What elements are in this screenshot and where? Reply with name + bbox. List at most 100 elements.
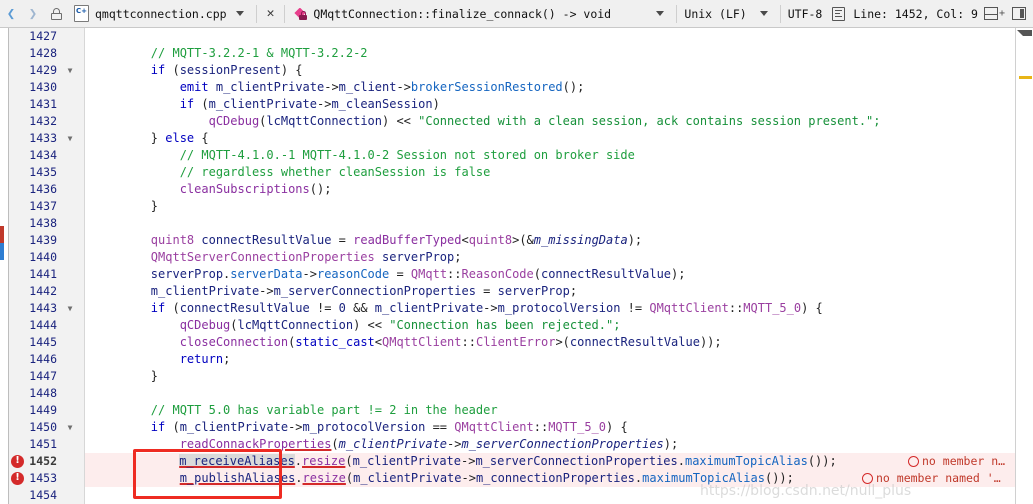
fold-toggle-icon[interactable]: ▼ bbox=[59, 130, 81, 147]
chevron-down-icon-line-ending[interactable] bbox=[759, 11, 768, 16]
line-number-gutter[interactable]: 1427 1428 1429 ▼ 1430 1431 1432 1433 ▼ 1434 1435 14… bbox=[9, 28, 85, 504]
gutter-line[interactable]: 1439 bbox=[9, 232, 84, 249]
gutter-line[interactable]: 1433 ▼ bbox=[9, 130, 84, 147]
code-token: ); bbox=[671, 267, 686, 281]
code-token: m_clientPrivate bbox=[352, 454, 461, 468]
gutter-line[interactable]: 1440 bbox=[9, 249, 84, 266]
editor-scroll-rail[interactable] bbox=[1015, 28, 1033, 504]
navigate-back-icon[interactable]: ❮ bbox=[0, 7, 22, 21]
code-editor[interactable]: 1427 1428 1429 ▼ 1430 1431 1432 1433 ▼ 1434 1435 14… bbox=[0, 28, 1033, 504]
code-line[interactable]: // MQTT-4.1.0.-1 MQTT-4.1.0-2 Session no… bbox=[85, 147, 1015, 164]
gutter-line[interactable]: 1432 bbox=[9, 113, 84, 130]
gutter-line[interactable]: 1441 bbox=[9, 266, 84, 283]
code-line[interactable]: QMqttServerConnectionProperties serverPr… bbox=[85, 249, 1015, 266]
chevron-down-icon-file[interactable] bbox=[235, 11, 244, 16]
gutter-line[interactable]: 1430 bbox=[9, 79, 84, 96]
code-line[interactable]: // MQTT-3.2.2-1 & MQTT-3.2.2-2 bbox=[85, 45, 1015, 62]
code-token: reasonCode bbox=[316, 267, 390, 281]
encoding-label[interactable]: UTF-8 bbox=[784, 7, 827, 21]
gutter-line[interactable]: 1446 bbox=[9, 351, 84, 368]
code-line[interactable]: } bbox=[85, 368, 1015, 385]
code-token: m_clientPrivate bbox=[374, 301, 484, 315]
code-line[interactable]: if (connectResultValue != 0 && m_clientP… bbox=[85, 300, 1015, 317]
code-token: ( bbox=[165, 301, 180, 315]
rail-top-arrow-icon[interactable] bbox=[1017, 30, 1032, 45]
code-line[interactable] bbox=[85, 385, 1015, 402]
code-line[interactable]: // regardless whether cleanSession is fa… bbox=[85, 164, 1015, 181]
chevron-down-icon-symbol[interactable] bbox=[656, 11, 665, 16]
symbol-selector[interactable]: QMqttConnection::finalize_connack() -> v… bbox=[288, 0, 611, 27]
code-line[interactable]: return; bbox=[85, 351, 1015, 368]
gutter-line[interactable]: 1443 ▼ bbox=[9, 300, 84, 317]
code-text-area[interactable]: // MQTT-3.2.2-1 & MQTT-3.2.2-2 if (sessi… bbox=[85, 28, 1015, 504]
gutter-line[interactable]: 1428 bbox=[9, 45, 84, 62]
code-line[interactable]: } bbox=[85, 198, 1015, 215]
gutter-line[interactable]: 1429 ▼ bbox=[9, 62, 84, 79]
error-marker-icon[interactable] bbox=[11, 454, 24, 468]
code-line[interactable]: if (sessionPresent) { bbox=[85, 62, 1015, 79]
lock-file-toggle[interactable] bbox=[44, 7, 68, 20]
code-line[interactable]: m_clientPrivate->m_serverConnectionPrope… bbox=[85, 283, 1015, 300]
code-line[interactable]: qCDebug(lcMqttConnection) << "Connected … bbox=[85, 113, 1015, 130]
code-line[interactable]: qCDebug(lcMqttConnection) << "Connection… bbox=[85, 317, 1015, 334]
gutter-line[interactable]: 1451 bbox=[9, 436, 84, 453]
code-line[interactable]: if (m_clientPrivate->m_cleanSession) bbox=[85, 96, 1015, 113]
gutter-line[interactable]: 1452 bbox=[9, 453, 84, 470]
error-marker-icon[interactable] bbox=[11, 471, 24, 485]
code-line[interactable]: if (m_clientPrivate->m_protocolVersion =… bbox=[85, 419, 1015, 436]
code-token: readConnackProperties bbox=[179, 437, 332, 451]
gutter-line[interactable]: 1453 bbox=[9, 470, 84, 487]
code-line[interactable]: cleanSubscriptions(); bbox=[85, 181, 1015, 198]
gutter-line[interactable]: 1436 bbox=[9, 181, 84, 198]
code-line[interactable]: } else { bbox=[85, 130, 1015, 147]
gutter-line[interactable]: 1447 bbox=[9, 368, 84, 385]
gutter-line[interactable]: 1445 bbox=[9, 334, 84, 351]
fold-toggle-icon[interactable]: ▼ bbox=[59, 62, 81, 79]
code-line[interactable]: readConnackProperties(m_clientPrivate->m… bbox=[85, 436, 1015, 453]
fold-toggle-icon[interactable]: ▼ bbox=[59, 419, 81, 436]
code-token: quint8 bbox=[150, 233, 195, 247]
fold-toggle-icon[interactable]: ▼ bbox=[59, 300, 81, 317]
code-token: else bbox=[165, 131, 195, 145]
gutter-line[interactable]: 1434 bbox=[9, 147, 84, 164]
gutter-line[interactable]: 1437 bbox=[9, 198, 84, 215]
gutter-line[interactable]: 1450 ▼ bbox=[9, 419, 84, 436]
code-line[interactable]: emit m_clientPrivate->m_client->brokerSe… bbox=[85, 79, 1015, 96]
gutter-line[interactable]: 1442 bbox=[9, 283, 84, 300]
code-token: -> bbox=[316, 97, 332, 111]
gutter-line[interactable]: 1454 bbox=[9, 487, 84, 504]
gutter-line[interactable]: 1448 bbox=[9, 385, 84, 402]
code-token: -> bbox=[259, 284, 274, 298]
code-line[interactable] bbox=[85, 28, 1015, 45]
code-token: ); bbox=[627, 233, 643, 247]
toggle-side-panel-icon[interactable] bbox=[1012, 7, 1026, 20]
code-token: = bbox=[389, 267, 411, 281]
gutter-line[interactable]: 1449 bbox=[9, 402, 84, 419]
line-number: 1433 bbox=[29, 131, 57, 145]
line-ending-label[interactable]: Unix (LF) bbox=[680, 7, 750, 21]
code-line[interactable]: closeConnection(static_cast<QMqttClient:… bbox=[85, 334, 1015, 351]
file-selector[interactable]: qmqttconnection.cpp bbox=[68, 0, 227, 27]
navigate-forward-icon[interactable]: ❯ bbox=[22, 7, 44, 21]
line-number: 1432 bbox=[29, 114, 57, 128]
text-encoding-icon[interactable] bbox=[832, 6, 846, 21]
code-line[interactable] bbox=[85, 215, 1015, 232]
gutter-line[interactable]: 1435 bbox=[9, 164, 84, 181]
code-token: ( bbox=[230, 318, 238, 332]
gutter-line[interactable]: 1431 bbox=[9, 96, 84, 113]
code-token: -> bbox=[302, 267, 317, 281]
code-line[interactable]: m_receiveAliases.resize(m_clientPrivate-… bbox=[85, 453, 1015, 470]
gutter-line[interactable]: 1444 bbox=[9, 317, 84, 334]
gutter-line[interactable]: 1438 bbox=[9, 215, 84, 232]
code-token: connectResultValue bbox=[179, 301, 310, 315]
code-token: ) { bbox=[280, 63, 303, 77]
code-line[interactable]: quint8 connectResultValue = readBufferTy… bbox=[85, 232, 1015, 249]
code-token: connectResultValue bbox=[540, 267, 672, 281]
code-line[interactable]: serverProp.serverData->reasonCode = QMqt… bbox=[85, 266, 1015, 283]
code-token: -> bbox=[461, 454, 476, 468]
close-file-button[interactable]: ✕ bbox=[260, 7, 282, 20]
code-line[interactable]: // MQTT 5.0 has variable part != 2 in th… bbox=[85, 402, 1015, 419]
split-horizontal-add-icon[interactable] bbox=[983, 7, 998, 20]
gutter-line[interactable]: 1427 bbox=[9, 28, 84, 45]
